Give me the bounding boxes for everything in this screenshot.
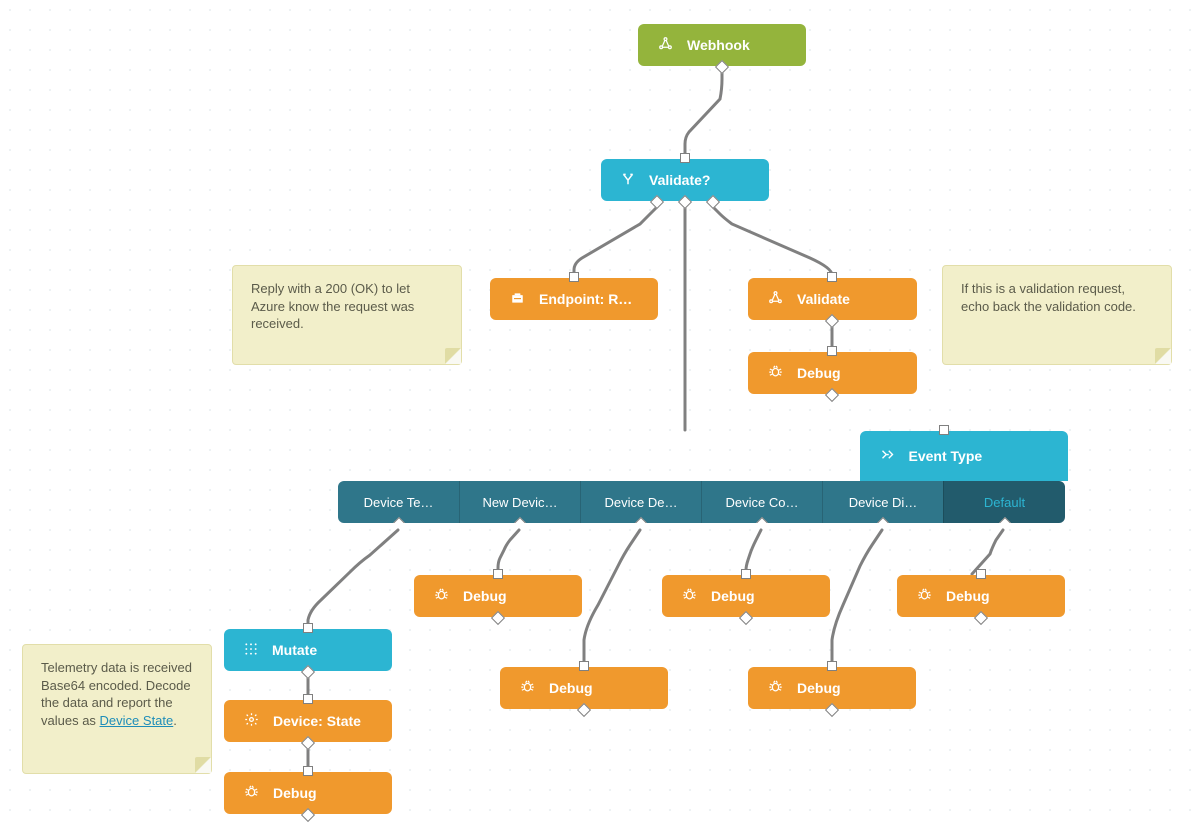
port-out[interactable] (755, 517, 769, 523)
port-out[interactable] (715, 60, 729, 74)
switch-case-new-device[interactable]: New Devic… (459, 481, 580, 523)
port-out[interactable] (825, 314, 839, 328)
debug-device-connected-node[interactable]: Debug (662, 575, 830, 617)
device-state-link[interactable]: Device State (100, 713, 174, 728)
bug-icon (434, 587, 449, 605)
debug-validate-node[interactable]: Debug (748, 352, 917, 394)
grid-icon (244, 642, 258, 659)
gear-icon (244, 712, 259, 730)
port-in[interactable] (939, 425, 949, 435)
switch-case-device-connected[interactable]: Device Co… (701, 481, 822, 523)
port-out-left[interactable] (650, 195, 664, 209)
bug-icon (917, 587, 932, 605)
note-text: Telemetry data is received Base64 encode… (41, 659, 193, 729)
port-out[interactable] (739, 611, 753, 625)
port-out[interactable] (825, 703, 839, 717)
port-in[interactable] (827, 272, 837, 282)
port-in[interactable] (827, 661, 837, 671)
debug-device-deleted-node[interactable]: Debug (500, 667, 668, 709)
note-telemetry: Telemetry data is received Base64 encode… (22, 644, 212, 774)
node-label: Validate (797, 291, 850, 307)
webhook-icon (768, 290, 783, 308)
response-icon (510, 291, 525, 308)
webhook-icon (658, 36, 673, 54)
node-label: Event Type (909, 448, 983, 464)
port-out[interactable] (301, 736, 315, 750)
node-label: Validate? (649, 172, 710, 188)
port-out[interactable] (825, 388, 839, 402)
bug-icon (768, 364, 783, 382)
node-label: Debug (273, 785, 317, 801)
port-in[interactable] (569, 272, 579, 282)
node-label: Mutate (272, 642, 317, 658)
port-in[interactable] (741, 569, 751, 579)
port-out[interactable] (997, 517, 1011, 523)
device-state-node[interactable]: Device: State (224, 700, 392, 742)
port-out-center[interactable] (678, 195, 692, 209)
endpoint-reply-node[interactable]: Endpoint: R… (490, 278, 658, 320)
node-label: Endpoint: R… (539, 291, 632, 307)
node-label: Debug (797, 680, 841, 696)
node-label: Debug (946, 588, 990, 604)
debug-new-device-node[interactable]: Debug (414, 575, 582, 617)
port-in[interactable] (976, 569, 986, 579)
port-out[interactable] (634, 517, 648, 523)
port-in[interactable] (579, 661, 589, 671)
port-out-right[interactable] (706, 195, 720, 209)
port-in[interactable] (303, 623, 313, 633)
node-label: Debug (463, 588, 507, 604)
port-out[interactable] (876, 517, 890, 523)
port-in[interactable] (493, 569, 503, 579)
workflow-canvas[interactable]: Reply with a 200 (OK) to let Azure know … (0, 0, 1200, 823)
port-out[interactable] (577, 703, 591, 717)
switch-case-default[interactable]: Default (943, 481, 1065, 523)
port-out[interactable] (974, 611, 988, 625)
switch-cases-row: Device Te… New Devic… Device De… Device … (338, 481, 1065, 523)
port-out[interactable] (491, 611, 505, 625)
event-type-switch[interactable]: Event Type Device Te… New Devic… Device … (338, 431, 1065, 523)
bug-icon (520, 679, 535, 697)
port-in[interactable] (303, 694, 313, 704)
port-in[interactable] (303, 766, 313, 776)
node-label: Device: State (273, 713, 361, 729)
port-out[interactable] (513, 517, 527, 523)
validate-node[interactable]: Validate (748, 278, 917, 320)
node-label: Webhook (687, 37, 750, 53)
mutate-node[interactable]: Mutate (224, 629, 392, 671)
port-in[interactable] (680, 153, 690, 163)
node-label: Debug (711, 588, 755, 604)
note-text: Reply with a 200 (OK) to let Azure know … (251, 280, 443, 333)
node-label: Debug (797, 365, 841, 381)
port-in[interactable] (827, 346, 837, 356)
note-azure-ok: Reply with a 200 (OK) to let Azure know … (232, 265, 462, 365)
debug-device-disconnected-node[interactable]: Debug (748, 667, 916, 709)
bug-icon (244, 784, 259, 802)
node-label: Debug (549, 680, 593, 696)
switch-case-device-disconnected[interactable]: Device Di… (822, 481, 943, 523)
port-out[interactable] (391, 517, 405, 523)
port-out[interactable] (301, 665, 315, 679)
branch-icon (621, 172, 635, 189)
debug-default-node[interactable]: Debug (897, 575, 1065, 617)
bug-icon (768, 679, 783, 697)
webhook-node[interactable]: Webhook (638, 24, 806, 66)
validate-decision-node[interactable]: Validate? (601, 159, 769, 201)
debug-state-node[interactable]: Debug (224, 772, 392, 814)
switch-case-device-deleted[interactable]: Device De… (580, 481, 701, 523)
port-out[interactable] (301, 808, 315, 822)
switch-header[interactable]: Event Type (860, 431, 1068, 481)
note-validation-echo: If this is a validation request, echo ba… (942, 265, 1172, 365)
switch-icon (880, 447, 895, 465)
switch-case-device-telemetry[interactable]: Device Te… (338, 481, 459, 523)
bug-icon (682, 587, 697, 605)
note-text: If this is a validation request, echo ba… (961, 280, 1153, 315)
